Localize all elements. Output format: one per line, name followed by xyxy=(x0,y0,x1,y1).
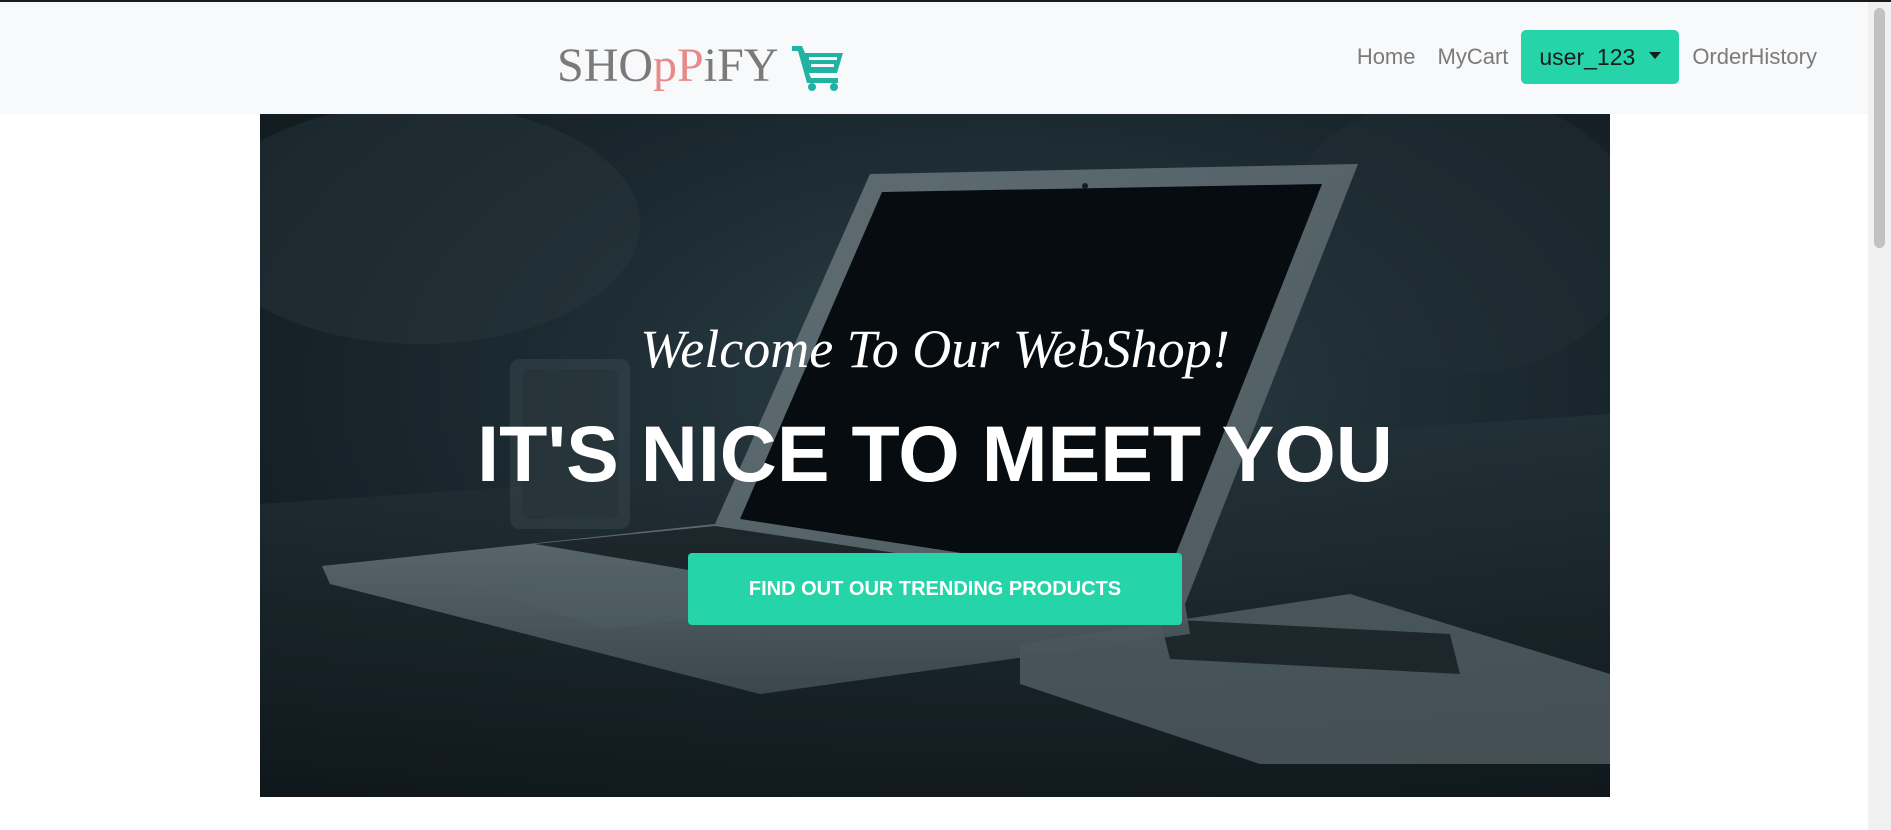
find-trending-products-button[interactable]: FIND OUT OUR TRENDING PRODUCTS xyxy=(688,553,1182,625)
scrollbar-thumb[interactable] xyxy=(1874,8,1885,248)
hero-subtitle: Welcome To Our WebShop! xyxy=(640,319,1230,379)
navbar: SHOpPiFY Home MyCart user_123 OrderHisto… xyxy=(0,2,1868,114)
nav-links: Home MyCart user_123 OrderHistory xyxy=(1346,30,1828,84)
hero-title: IT'S NICE TO MEET YOU xyxy=(477,409,1393,498)
brand-logo[interactable]: SHOpPiFY xyxy=(557,38,846,94)
user-name: user_123 xyxy=(1539,43,1636,70)
vertical-scrollbar[interactable] xyxy=(1868,2,1891,830)
brand-name-part-3: iFY xyxy=(703,39,779,92)
hero-banner: Welcome To Our WebShop! IT'S NICE TO MEE… xyxy=(260,114,1610,797)
user-dropdown-button[interactable]: user_123 xyxy=(1521,30,1680,84)
brand-name-part-1: SHO xyxy=(557,39,654,92)
nav-link-order-history[interactable]: OrderHistory xyxy=(1681,30,1828,84)
brand-name: SHOpPiFY xyxy=(557,38,778,94)
nav-link-mycart[interactable]: MyCart xyxy=(1427,30,1520,84)
shopping-cart-icon xyxy=(792,46,844,91)
caret-down-icon xyxy=(1649,51,1662,59)
nav-link-home[interactable]: Home xyxy=(1346,30,1427,84)
brand-name-part-2: pP xyxy=(653,39,704,92)
